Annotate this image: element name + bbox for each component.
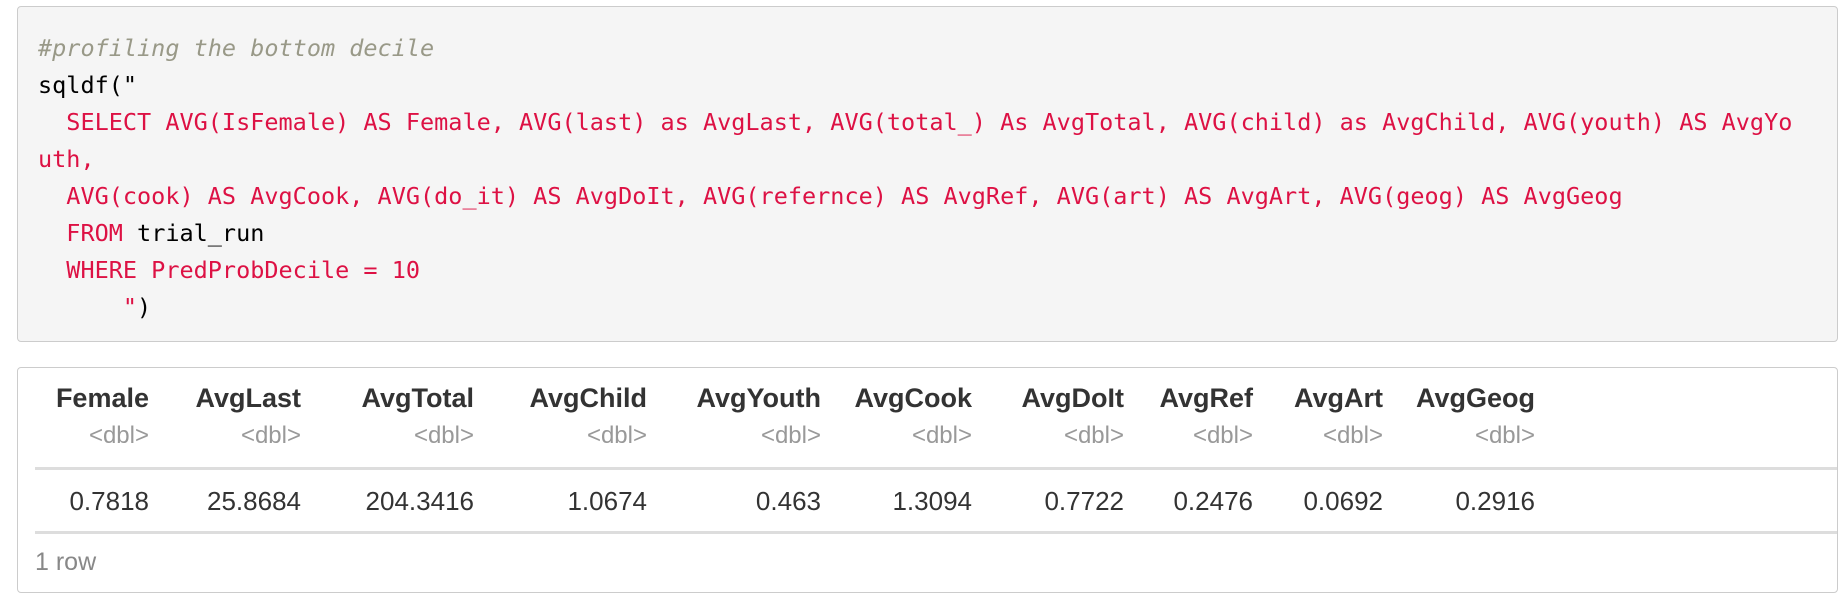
column-header-avgtotal: AvgTotal: [361, 383, 475, 413]
code-call-close-line: "): [38, 289, 1837, 326]
row-divider: [35, 531, 1837, 534]
column-type: <dbl>: [1063, 422, 1124, 449]
code-comment: #profiling the bottom decile: [38, 34, 435, 62]
code-sql-text: uth,: [38, 145, 95, 173]
column-type: <dbl>: [1192, 422, 1253, 449]
column-type: <dbl>: [1322, 422, 1383, 449]
column-header-female: Female: [55, 383, 149, 413]
header-divider: [35, 467, 1837, 470]
code-sql-line-4: WHERE PredProbDecile = 10: [38, 252, 1837, 289]
column-type: <dbl>: [911, 422, 972, 449]
column-type: <dbl>: [1474, 422, 1535, 449]
code-sql-text: AVG(cook) AS AvgCook, AVG(do_it) AS AvgD…: [38, 182, 1623, 210]
column-type: <dbl>: [88, 422, 149, 449]
code-sql-line-1a: SELECT AVG(IsFemale) AS Female, AVG(last…: [38, 104, 1837, 141]
column-type: <dbl>: [760, 422, 821, 449]
column-header-avgdoit: AvgDoIt: [1021, 383, 1125, 413]
code-sql-line-1b: uth,: [38, 141, 1837, 178]
column-type: <dbl>: [413, 422, 474, 449]
code-comment-line: #profiling the bottom decile: [38, 30, 1837, 67]
column-header-avgcook: AvgCook: [854, 383, 972, 413]
table-cell: 0.0692: [1303, 486, 1383, 516]
table-cell: 0.463: [755, 486, 821, 516]
code-close-quote: ": [38, 293, 138, 321]
code-sql-line-3: FROM trial_run: [38, 215, 1837, 252]
code-call-open-line: sqldf(": [38, 67, 1837, 104]
code-sql-text: SELECT AVG(IsFemale) AS Female, AVG(last…: [38, 108, 1793, 136]
table-cell: 1.3094: [892, 486, 972, 516]
column-type: <dbl>: [240, 422, 301, 449]
table-cell: 25.8684: [207, 486, 301, 516]
row-count: 1 row: [35, 548, 97, 576]
code-table-name: trial_run: [137, 219, 265, 247]
result-table: Female AvgLast AvgTotal AvgChild AvgYout…: [17, 367, 1838, 593]
column-header-avgyouth: AvgYouth: [696, 383, 821, 413]
code-sql-text: WHERE PredProbDecile = 10: [38, 256, 421, 284]
code-close-paren: ): [137, 293, 152, 321]
code-call-open: sqldf(": [38, 71, 138, 99]
code-sql-text: FROM: [38, 219, 138, 247]
column-header-avglast: AvgLast: [195, 383, 301, 413]
table-cell: 0.7722: [1044, 486, 1124, 516]
column-header-avgchild: AvgChild: [529, 383, 648, 413]
table-cell: 0.2476: [1173, 486, 1253, 516]
code-chunk: #profiling the bottom decile sqldf(" SELE…: [17, 6, 1838, 342]
table-cell: 0.2916: [1455, 486, 1535, 516]
column-header-avgref: AvgRef: [1159, 383, 1253, 413]
code-sql-line-2: AVG(cook) AS AvgCook, AVG(do_it) AS AvgD…: [38, 178, 1837, 215]
column-header-avggeog: AvgGeog: [1415, 383, 1535, 413]
column-header-avgart: AvgArt: [1293, 383, 1383, 413]
table-cell: 204.3416: [365, 486, 474, 516]
table-cell: 0.7818: [69, 486, 149, 516]
table-cell: 1.0674: [567, 486, 647, 516]
column-type: <dbl>: [586, 422, 647, 449]
